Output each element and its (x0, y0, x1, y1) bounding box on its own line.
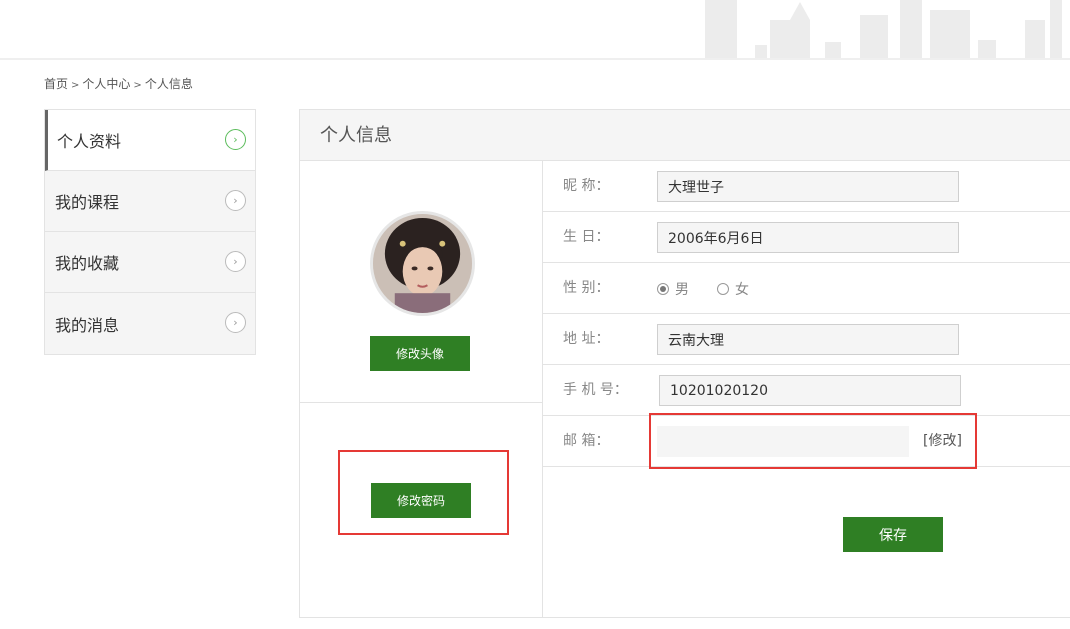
breadcrumb-separator: > (71, 80, 80, 91)
email-modify-link[interactable]: [修改] (923, 416, 962, 467)
nickname-row: 昵 称： (543, 161, 1070, 212)
panel-title: 个人信息 (300, 110, 1070, 161)
profile-panel: 个人信息 修改头像 修改密码 昵 称： 大理世子 生 日： 2006年6月6日 … (299, 109, 1070, 618)
chevron-right-icon: › (225, 251, 246, 272)
phone-input[interactable] (659, 375, 961, 406)
sidebar-item-profile[interactable]: 个人资料 › (45, 110, 255, 171)
site-header (0, 0, 1070, 60)
radio-unselected-icon[interactable] (717, 282, 729, 295)
sidebar-menu: 个人资料 › 我的课程 › 我的收藏 › 我的消息 › (44, 109, 256, 355)
gender-label: 性 别： (563, 280, 610, 296)
breadcrumb-center-link[interactable]: 个人中心 (82, 77, 130, 91)
sidebar-item-favorites[interactable]: 我的收藏 › (45, 232, 255, 293)
city-skyline-decoration (705, 0, 1062, 58)
breadcrumb: 首页 > 个人中心 > 个人信息 (44, 75, 193, 93)
gender-option-label: 女 (735, 281, 749, 298)
address-row: 地 址： (543, 314, 1070, 365)
avatar (370, 211, 475, 316)
avatar-column: 修改头像 修改密码 (300, 161, 543, 618)
address-input[interactable] (657, 324, 959, 355)
birthday-row: 生 日： (543, 212, 1070, 263)
phone-row: 手 机 号： (543, 365, 1070, 416)
gender-row: 性 别： 男 女 (543, 263, 1070, 314)
chevron-right-icon: › (225, 190, 246, 211)
phone-label: 手 机 号： (563, 382, 628, 398)
radio-selected-icon[interactable] (657, 282, 669, 295)
sidebar-item-label: 个人资料 (57, 132, 122, 151)
birthday-input[interactable] (657, 222, 959, 253)
nickname-input[interactable] (657, 171, 959, 202)
save-button[interactable]: 保存 (843, 517, 943, 552)
birthday-label: 生 日： (563, 229, 610, 245)
sidebar-item-label: 我的收藏 (55, 254, 120, 273)
sidebar-item-courses[interactable]: 我的课程 › (45, 171, 255, 232)
gender-radio-female[interactable]: 女 (717, 279, 749, 299)
gender-radio-male[interactable]: 男 (657, 279, 689, 299)
email-label: 邮 箱： (563, 433, 610, 449)
sidebar-item-label: 我的消息 (55, 315, 120, 335)
gender-option-label: 男 (675, 281, 689, 298)
email-row: 邮 箱： [修改] (543, 416, 1070, 467)
sidebar-item-messages[interactable]: 我的消息 › (45, 293, 255, 354)
change-avatar-button[interactable]: 修改头像 (370, 336, 470, 371)
email-display (657, 426, 909, 457)
breadcrumb-home-link[interactable]: 首页 (44, 77, 68, 91)
address-label: 地 址： (563, 331, 610, 347)
gender-radio-group: 男 女 (657, 263, 777, 314)
sidebar-item-label: 我的课程 (55, 193, 120, 212)
change-password-button[interactable]: 修改密码 (371, 483, 471, 518)
breadcrumb-separator: > (133, 80, 142, 91)
avatar-section: 修改头像 (300, 161, 542, 403)
nickname-label: 昵 称： (563, 178, 610, 194)
breadcrumb-current: 个人信息 (144, 77, 193, 91)
chevron-right-icon: › (225, 312, 246, 333)
chevron-right-icon: › (225, 129, 246, 150)
avatar-portrait-image (373, 214, 472, 313)
